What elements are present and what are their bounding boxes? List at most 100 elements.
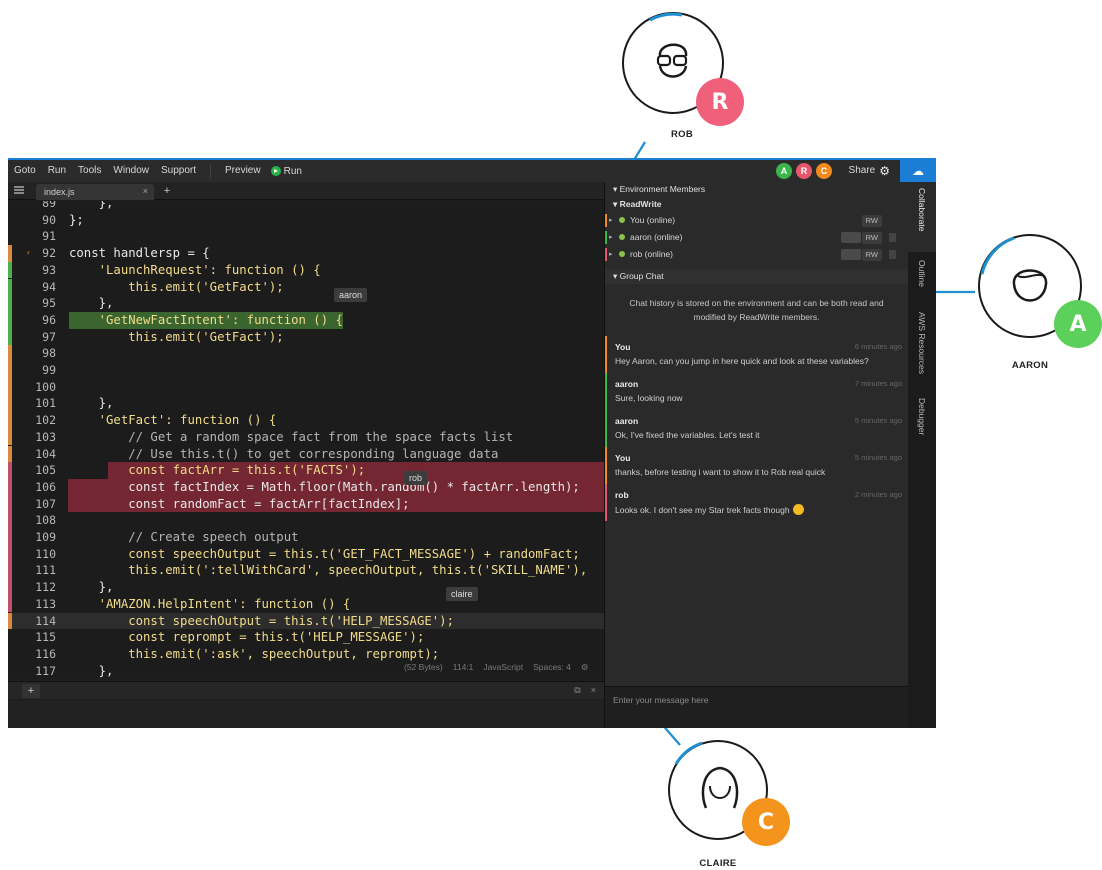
code-line[interactable]: 113 'AMAZON.HelpIntent': function () {	[8, 595, 604, 613]
message-body: Sure, looking now	[615, 393, 683, 403]
change-marker	[8, 646, 12, 663]
member-color-marker	[605, 214, 607, 227]
code-line[interactable]: 96 'GetNewFactIntent': function () {	[8, 311, 604, 329]
terminal-panel[interactable]	[8, 700, 604, 728]
code-line[interactable]: 91	[8, 228, 604, 245]
menu-support[interactable]: Support	[155, 160, 202, 182]
code-line[interactable]: 103 // Get a random space fact from the …	[8, 428, 604, 446]
line-number: 115	[35, 630, 56, 645]
menu-divider	[210, 164, 212, 178]
code-line[interactable]: 94 this.emit('GetFact');	[8, 278, 604, 296]
code-line[interactable]: 102 'GetFact': function () {	[8, 412, 604, 429]
group-chat-label: Group Chat	[619, 271, 664, 281]
avatar-claire[interactable]: C	[816, 163, 832, 179]
chat-message-input[interactable]: Enter your message here	[605, 686, 909, 728]
code-line[interactable]: 100	[8, 378, 604, 396]
code-line[interactable]: 112 },	[8, 579, 604, 596]
line-number: 97	[42, 329, 56, 344]
code-line[interactable]: 114 const speechOutput = this.t('HELP_ME…	[8, 612, 604, 630]
run-button[interactable]: Run	[267, 166, 306, 177]
line-number: 108	[35, 513, 56, 528]
close-icon[interactable]: ×	[143, 186, 148, 196]
code-line[interactable]: 99	[8, 362, 604, 379]
tab-outline[interactable]: Outline	[908, 254, 936, 302]
code-line[interactable]: 92 const handlersp = {‹	[8, 245, 604, 262]
code-line[interactable]: 108	[8, 512, 604, 529]
member-name: aaron (online)	[630, 232, 683, 242]
code-line[interactable]: 98	[8, 345, 604, 362]
status-lang[interactable]: JavaScript	[483, 662, 523, 673]
code-line[interactable]: 105 const factArr = this.t('FACTS');	[8, 462, 604, 479]
menu-goto[interactable]: Goto	[8, 160, 42, 182]
tab-debugger[interactable]: Debugger	[908, 392, 936, 452]
change-marker	[8, 545, 12, 563]
avatar-rob[interactable]: R	[796, 163, 812, 179]
close-panel-icon[interactable]: ×	[591, 685, 596, 696]
tab-index-js[interactable]: index.js ×	[36, 184, 154, 200]
code-line[interactable]: 107 const randomFact = factArr[factIndex…	[8, 495, 604, 513]
avatar-aaron[interactable]: A	[776, 163, 792, 179]
member-color-marker	[605, 248, 607, 261]
line-number: 99	[42, 363, 56, 377]
settings-gear-icon[interactable]: ⚙	[581, 662, 589, 673]
permission-toggle[interactable]	[841, 232, 861, 243]
trash-icon[interactable]	[889, 233, 896, 242]
message-body: thanks, before testing i want to show it…	[615, 467, 826, 477]
gear-icon[interactable]: ⚙	[879, 160, 890, 182]
bottom-panel-tabs: + ⧉ ×	[8, 681, 604, 699]
code-line[interactable]: 95 },	[8, 295, 604, 312]
code-line[interactable]: 115 const reprompt = this.t('HELP_MESSAG…	[8, 629, 604, 646]
code-line[interactable]: 106 const factIndex = Math.floor(Math.ra…	[8, 478, 604, 496]
persona-rob: R ROB	[622, 12, 752, 142]
code-line[interactable]: 109 // Create speech output	[8, 529, 604, 546]
code-line[interactable]: 97 this.emit('GetFact');	[8, 328, 604, 346]
cloud-icon[interactable]: ☁	[900, 160, 936, 182]
expand-icon[interactable]: ▸	[609, 246, 613, 263]
add-tab-button[interactable]: +	[158, 184, 176, 200]
expand-icon[interactable]: ▸	[609, 229, 613, 246]
preview-button[interactable]: Preview	[219, 160, 267, 182]
fold-arrow-icon[interactable]: ‹	[26, 245, 31, 262]
line-number: 100	[35, 379, 56, 394]
member-rob[interactable]: ▸ rob (online) RW	[605, 246, 908, 263]
expand-icon[interactable]: ▸	[609, 212, 613, 229]
code-text: const factArr = this.t('FACTS');	[69, 463, 366, 478]
code-line[interactable]: 111 this.emit(':tellWithCard', speechOut…	[8, 562, 604, 580]
line-number: 98	[42, 346, 56, 361]
maximize-icon[interactable]: ⧉	[574, 685, 580, 696]
member-aaron[interactable]: ▸ aaron (online) RW	[605, 229, 908, 246]
menu-run[interactable]: Run	[42, 160, 72, 182]
change-marker	[8, 228, 12, 245]
hamburger-icon[interactable]	[14, 186, 24, 194]
readwrite-header[interactable]: ▾ ReadWrite	[605, 197, 908, 212]
group-chat-header[interactable]: ▾ Group Chat	[605, 269, 908, 284]
environment-members-header[interactable]: ▾ Environment Members	[605, 182, 908, 197]
share-button[interactable]: Share ⚙	[849, 160, 890, 182]
status-spaces[interactable]: Spaces: 4	[533, 662, 571, 673]
permission-badge: RW	[861, 249, 882, 261]
code-line[interactable]: 101 },	[8, 395, 604, 413]
code-line[interactable]: 110 const speechOutput = this.t('GET_FAC…	[8, 545, 604, 563]
code-line[interactable]: 93 'LaunchRequest': function () {	[8, 261, 604, 279]
chat-message: aaron 5 minutes ago Ok, I've fixed the v…	[605, 410, 908, 447]
code-line[interactable]: 90};	[8, 212, 604, 229]
chat-message: You 5 minutes ago thanks, before testing…	[605, 447, 908, 484]
tab-aws-resources[interactable]: AWS Resources	[908, 306, 936, 386]
trash-icon[interactable]	[889, 250, 896, 259]
code-line[interactable]: 116 this.emit(':ask', speechOutput, repr…	[8, 646, 604, 663]
message-time: 7 minutes ago	[854, 379, 902, 388]
permission-toggle[interactable]	[841, 249, 861, 260]
menu-tools[interactable]: Tools	[72, 160, 107, 182]
menu-window[interactable]: Window	[107, 160, 155, 182]
code-text: 'LaunchRequest': function () {	[69, 262, 321, 277]
permission-badge: RW	[861, 215, 882, 227]
add-terminal-button[interactable]: +	[22, 684, 40, 698]
code-editor[interactable]: 89 }, 90}; 91 92 const handlersp = {‹ 93 'Lau…	[8, 201, 604, 679]
line-number: 113	[35, 596, 56, 611]
code-line[interactable]: 89 },	[8, 201, 604, 212]
line-number: 91	[42, 229, 56, 244]
code-line[interactable]: 104 // Use this.t() to get corresponding…	[8, 445, 604, 463]
member-you[interactable]: ▸ You (online) RW	[605, 212, 908, 229]
tab-collaborate[interactable]: Collaborate	[908, 182, 936, 252]
change-marker	[8, 595, 12, 613]
